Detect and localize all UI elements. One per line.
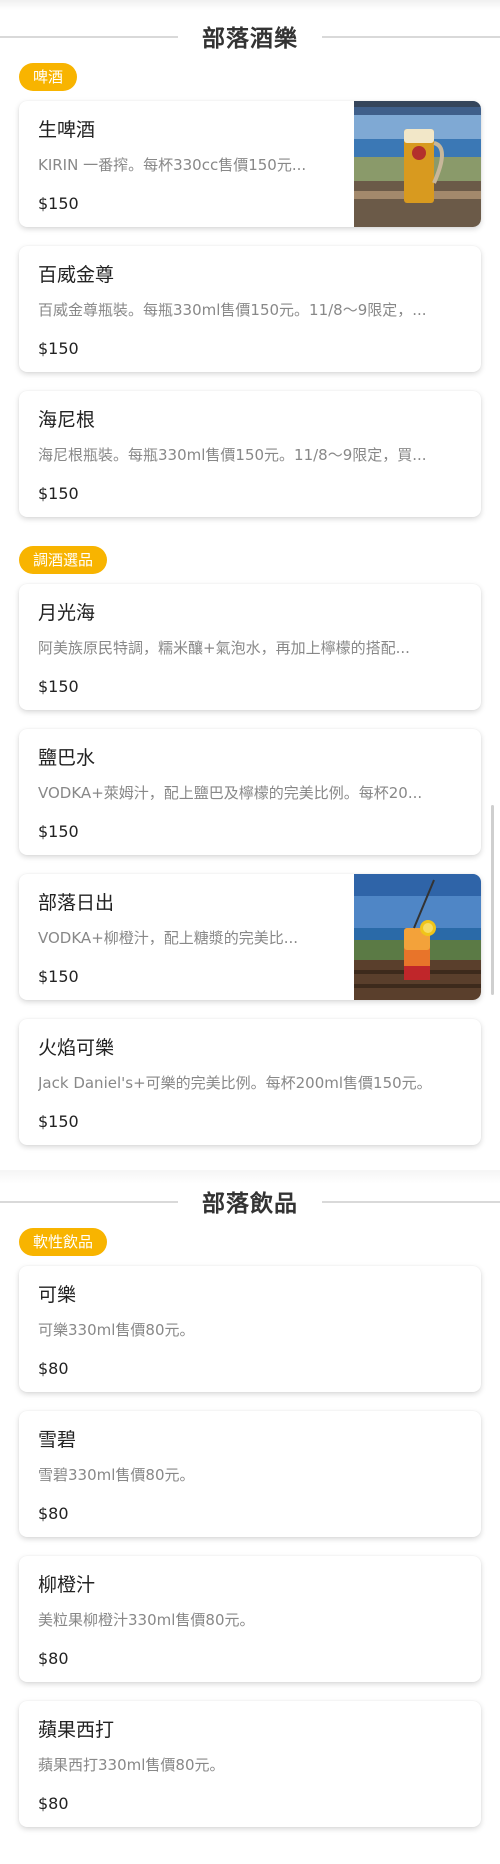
- item-price: $80: [38, 1649, 69, 1668]
- item-name: 蘋果西打: [38, 1719, 115, 1741]
- category-badge-beer: 啤酒: [19, 63, 78, 91]
- menu-item-card[interactable]: 鹽巴水 VODKA+萊姆汁，配上鹽巴及檸檬的完美比例。每杯20... $150: [19, 729, 481, 855]
- item-name: 雪碧: [38, 1429, 77, 1451]
- top-shadow: [0, 0, 500, 10]
- section-header-alcohol: 部落酒樂: [0, 16, 500, 56]
- item-price: $150: [38, 339, 79, 358]
- section-header-drinks: 部落飲品: [0, 1181, 500, 1221]
- item-price: $80: [38, 1359, 69, 1378]
- section-divider-left: [0, 36, 178, 38]
- item-price: $150: [38, 967, 79, 986]
- item-price: $150: [38, 822, 79, 841]
- item-description: 雪碧330ml售價80元。: [38, 1466, 195, 1484]
- menu-item-card[interactable]: 海尼根 海尼根瓶裝。每瓶330ml售價150元。11/8～9限定，買... $1…: [19, 391, 481, 517]
- item-description: 阿美族原民特調，糯米釀+氣泡水，再加上檸檬的搭配...: [38, 639, 410, 657]
- item-name: 生啤酒: [38, 119, 96, 141]
- item-description: 百威金尊瓶裝。每瓶330ml售價150元。11/8～9限定，...: [38, 301, 427, 319]
- beer-photo[interactable]: [354, 101, 481, 227]
- item-name: 部落日出: [38, 892, 115, 914]
- item-price: $150: [38, 194, 79, 213]
- item-description: 蘋果西打330ml售價80元。: [38, 1756, 225, 1774]
- menu-item-card[interactable]: 生啤酒 KIRIN 一番搾。每杯330cc售價150元... $150: [19, 101, 481, 227]
- item-description: 海尼根瓶裝。每瓶330ml售價150元。11/8～9限定，買...: [38, 446, 427, 464]
- menu-item-card[interactable]: 柳橙汁 美粒果柳橙汁330ml售價80元。 $80: [19, 1556, 481, 1682]
- category-badge-soft-drinks: 軟性飲品: [19, 1228, 108, 1256]
- menu-item-card[interactable]: 月光海 阿美族原民特調，糯米釀+氣泡水，再加上檸檬的搭配... $150: [19, 584, 481, 710]
- item-description: VODKA+柳橙汁，配上糖漿的完美比...: [38, 929, 299, 947]
- item-name: 火焰可樂: [38, 1037, 115, 1059]
- item-price: $80: [38, 1504, 69, 1523]
- item-description: Jack Daniel's+可樂的完美比例。每杯200ml售價150元。: [38, 1074, 432, 1092]
- item-price: $80: [38, 1794, 69, 1813]
- category-badge-cocktail: 調酒選品: [19, 546, 108, 574]
- menu-item-card[interactable]: 可樂 可樂330ml售價80元。 $80: [19, 1266, 481, 1392]
- section-divider-left: [0, 1201, 178, 1203]
- item-price: $150: [38, 677, 79, 696]
- menu-item-card[interactable]: 火焰可樂 Jack Daniel's+可樂的完美比例。每杯200ml售價150元…: [19, 1019, 481, 1145]
- item-name: 鹽巴水: [38, 747, 96, 769]
- item-description: VODKA+萊姆汁，配上鹽巴及檸檬的完美比例。每杯20...: [38, 784, 423, 802]
- item-name: 百威金尊: [38, 264, 115, 286]
- item-price: $150: [38, 1112, 79, 1131]
- section-title: 部落飲品: [190, 1184, 310, 1218]
- scrollbar[interactable]: [491, 805, 494, 995]
- item-name: 柳橙汁: [38, 1574, 96, 1596]
- menu-item-card[interactable]: 部落日出 VODKA+柳橙汁，配上糖漿的完美比... $150: [19, 874, 481, 1000]
- section-divider-right: [322, 1201, 500, 1203]
- menu-item-card[interactable]: 雪碧 雪碧330ml售價80元。 $80: [19, 1411, 481, 1537]
- menu-item-card[interactable]: 蘋果西打 蘋果西打330ml售價80元。 $80: [19, 1701, 481, 1827]
- item-name: 海尼根: [38, 409, 96, 431]
- item-name: 月光海: [38, 602, 96, 624]
- item-name: 可樂: [38, 1284, 77, 1306]
- item-description: KIRIN 一番搾。每杯330cc售價150元...: [38, 156, 307, 174]
- menu-item-card[interactable]: 百威金尊 百威金尊瓶裝。每瓶330ml售價150元。11/8～9限定，... $…: [19, 246, 481, 372]
- cocktail-photo[interactable]: [354, 874, 481, 1000]
- section-divider-right: [322, 36, 500, 38]
- item-description: 美粒果柳橙汁330ml售價80元。: [38, 1611, 255, 1629]
- section-title: 部落酒樂: [190, 19, 310, 53]
- item-price: $150: [38, 484, 79, 503]
- item-description: 可樂330ml售價80元。: [38, 1321, 195, 1339]
